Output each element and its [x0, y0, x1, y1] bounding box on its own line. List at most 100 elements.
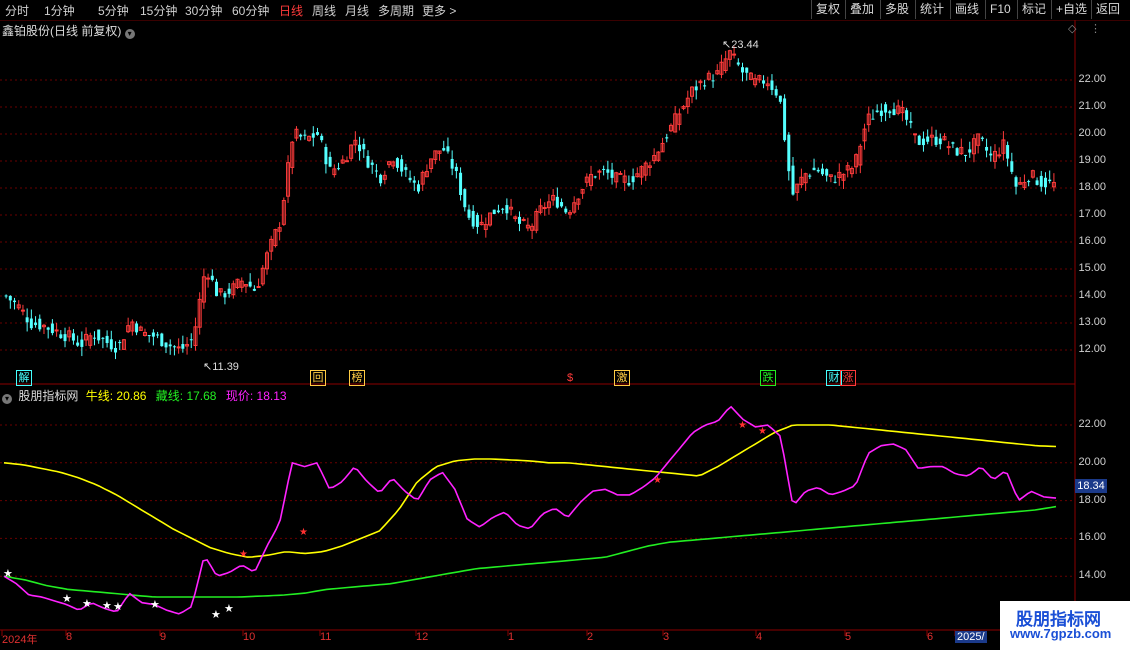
candle-body: [955, 148, 959, 156]
chevron-down-icon[interactable]: ▾: [124, 29, 135, 39]
candle-body: [38, 318, 42, 330]
candle-body: [521, 218, 526, 221]
y-tick-label: 20.00: [1078, 127, 1106, 139]
hide-line: [3, 505, 1057, 598]
candle-body: [762, 80, 766, 84]
candle-body: [4, 295, 8, 297]
candle-body: [913, 133, 918, 136]
diamond-icon[interactable]: ◇: [1068, 22, 1076, 35]
stock-title[interactable]: 鑫铂股份(日线 前复权) ▾: [2, 22, 138, 39]
y-tick-label: 17.00: [1078, 208, 1106, 220]
candle-body: [997, 154, 1002, 157]
candle-body: [442, 148, 446, 151]
candle-body: [210, 275, 214, 280]
low-annotation: ↖11.39: [203, 361, 239, 373]
candle-body: [71, 333, 75, 341]
candle-body: [164, 342, 168, 348]
x-tick-label: 12: [416, 631, 429, 643]
badge-unlock[interactable]: 解: [16, 370, 32, 386]
sell-star-marker: ★: [738, 420, 747, 431]
candle-body: [492, 209, 496, 215]
x-tick-label: 2025/: [955, 631, 987, 643]
price-label: 现价:: [225, 389, 254, 403]
y-tick-label: 16.00: [1078, 531, 1106, 544]
y-tick-label: 20.00: [1078, 455, 1106, 468]
candle-body: [416, 184, 420, 192]
candle-body: [833, 181, 837, 183]
badge-rise[interactable]: 涨: [840, 370, 856, 386]
x-tick-label: 8: [66, 631, 73, 643]
candle-body: [1039, 175, 1043, 187]
bull-line: [3, 424, 1057, 558]
candle-body: [875, 110, 879, 113]
badge-return[interactable]: 回: [310, 370, 326, 386]
x-tick-label: 2: [587, 631, 594, 643]
high-price-label: 23.44: [731, 39, 759, 51]
hide-line-value: 17.68: [186, 389, 217, 403]
candle-body: [606, 169, 610, 173]
candle-body: [256, 286, 261, 289]
candle-body: [736, 62, 740, 65]
candle-body: [400, 159, 404, 172]
candle-body: [172, 346, 176, 348]
candle-body: [147, 335, 151, 337]
chevron-down-icon[interactable]: ▾: [2, 394, 12, 404]
indicator-lines: [3, 405, 1057, 615]
candle-body: [989, 153, 993, 156]
candle-body: [248, 281, 252, 287]
more-icon[interactable]: ⋮: [1090, 22, 1101, 35]
candle-body: [92, 337, 96, 339]
y-tick-label: 12.00: [1078, 343, 1106, 355]
candle-body: [50, 323, 54, 334]
candle-body: [344, 160, 349, 163]
y-tick-label: 19.00: [1078, 154, 1106, 166]
candle-body: [76, 342, 80, 346]
indicator-grid: [0, 424, 1075, 577]
buy-star-marker: ★: [62, 593, 72, 605]
candle-body: [770, 80, 774, 90]
badge-ranking[interactable]: 榜: [349, 370, 365, 386]
candle-body: [189, 339, 193, 341]
x-tick-label: 3: [663, 631, 670, 643]
indicator-name: 股朋指标网: [18, 389, 79, 403]
sell-star-marker: ★: [653, 475, 662, 486]
candle-body: [774, 89, 778, 96]
buy-star-marker: ★: [113, 601, 123, 613]
y-tick-label: 14.00: [1078, 569, 1106, 582]
candle-body: [105, 335, 109, 344]
candle-body: [884, 104, 888, 113]
price-line: [3, 405, 1057, 615]
candle-body: [299, 134, 303, 137]
x-tick-label: 4: [756, 631, 763, 643]
candle-body: [446, 146, 450, 152]
candle-body: [395, 158, 399, 168]
candle-body: [315, 132, 319, 135]
buy-star-marker: ★: [102, 600, 112, 612]
candle-body: [227, 288, 231, 294]
candle-body: [358, 144, 362, 152]
candle-body: [892, 109, 896, 116]
x-tick-label: 5: [845, 631, 852, 643]
candle-body: [206, 277, 211, 280]
candle-body: [366, 156, 370, 168]
chart-canvas[interactable]: ★★ ★ ★ ★ ★★ ★★★★★★ ↖23.44 ↖11.39: [0, 0, 1130, 650]
candle-body: [151, 332, 155, 337]
badge-dollar[interactable]: $: [562, 370, 578, 386]
sell-star-marker: ★: [299, 527, 308, 538]
candle-body: [8, 295, 12, 301]
candlesticks: [4, 46, 1056, 360]
candle-body: [181, 344, 185, 349]
badge-stimulus[interactable]: 激: [614, 370, 630, 386]
candle-body: [328, 156, 332, 167]
candle-body: [459, 172, 463, 195]
candle-body: [97, 329, 101, 341]
candle-body: [593, 176, 597, 178]
candle-body: [980, 137, 984, 139]
candle-body: [1035, 180, 1039, 185]
candle-body: [168, 344, 172, 347]
candle-body: [791, 165, 795, 195]
candle-body: [816, 169, 820, 172]
buy-star-marker: ★: [211, 609, 221, 621]
indicator-title[interactable]: ▾ 股朋指标网 牛线: 20.86 藏线: 17.68 现价: 18.13: [2, 387, 287, 404]
badge-fall[interactable]: 跌: [760, 370, 776, 386]
